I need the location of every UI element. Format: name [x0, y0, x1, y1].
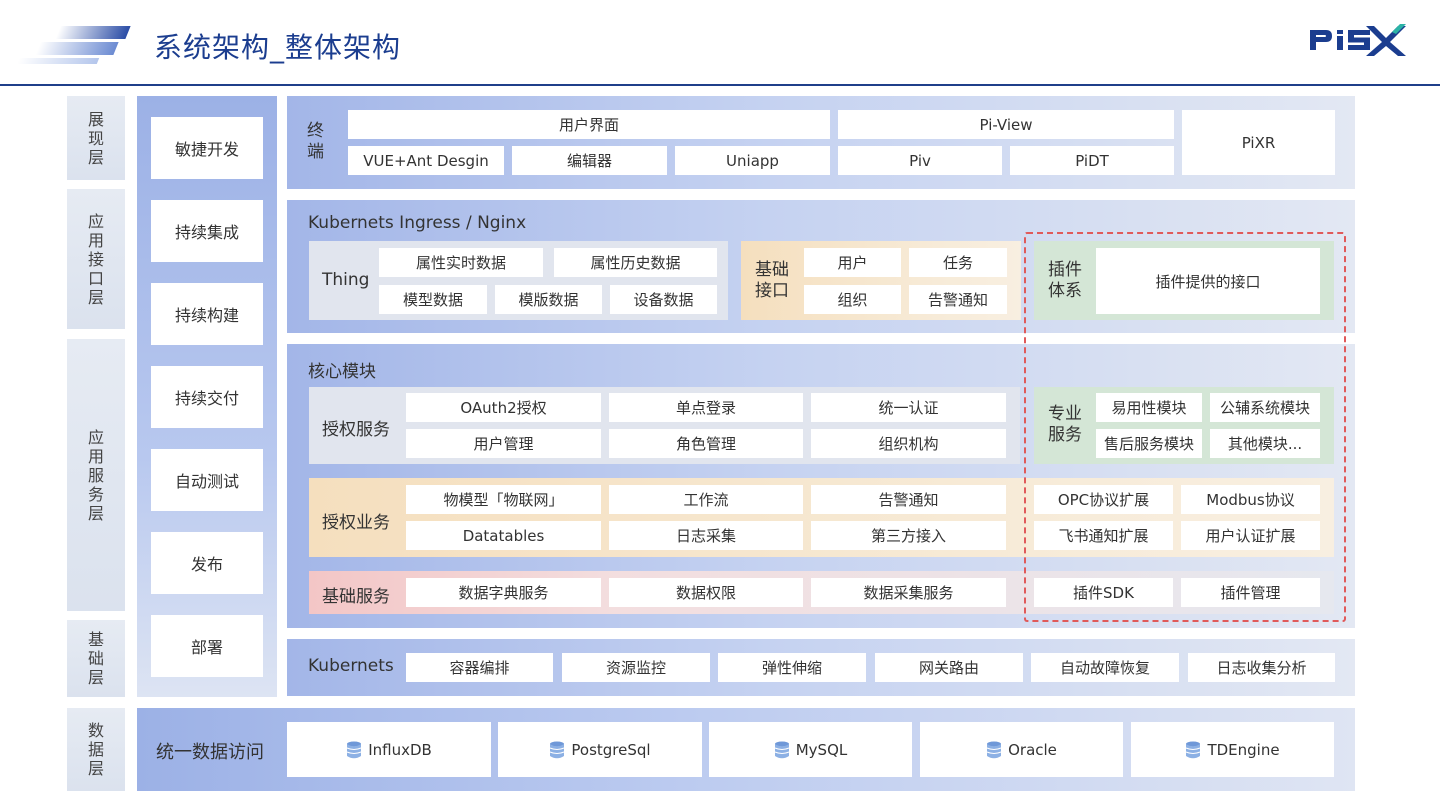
database-icon: [986, 741, 1002, 758]
k8s-monitor: 资源监控: [562, 653, 710, 682]
base-api-label: 基础 接口: [755, 260, 789, 301]
auth-service-label: 授权服务: [322, 420, 390, 440]
auth-role-mgmt: 角色管理: [609, 429, 803, 458]
db-influxdb: InfluxDB: [287, 722, 491, 777]
layer-app-service: 应 用 服 务 层: [67, 339, 125, 611]
pisx-logo: [1306, 20, 1410, 60]
biz-workflow: 工作流: [609, 485, 803, 514]
db-postgresql: PostgreSql: [498, 722, 702, 777]
db-label: Oracle: [1008, 740, 1057, 759]
terminal-label: 终 端: [307, 121, 324, 162]
auth-unified: 统一认证: [811, 393, 1006, 422]
devops-cd: 持续交付: [151, 366, 263, 428]
devops-release: 发布: [151, 532, 263, 594]
header-divider: [0, 84, 1440, 86]
terminal-user-ui: 用户界面: [348, 110, 830, 139]
thing-realtime: 属性实时数据: [379, 248, 543, 277]
data-access-label: 统一数据访问: [156, 742, 264, 763]
layer-base: 基 础 层: [67, 620, 125, 697]
auth-user-mgmt: 用户管理: [406, 429, 601, 458]
k8s-log: 日志收集分析: [1188, 653, 1335, 682]
devops-ci: 持续集成: [151, 200, 263, 262]
db-label: InfluxDB: [368, 740, 432, 759]
database-icon: [774, 741, 789, 758]
core-title: 核心模块: [308, 362, 376, 382]
auth-business-label: 授权业务: [322, 513, 390, 533]
k8s-scaling: 弹性伸缩: [718, 653, 866, 682]
page-title: 系统架构_整体架构: [154, 31, 402, 64]
database-icon: [1186, 741, 1201, 758]
layer-app-interface: 应 用 接 口 层: [67, 189, 125, 329]
database-icon: [550, 741, 565, 758]
terminal-pidt: PiDT: [1010, 146, 1174, 175]
thing-model: 模型数据: [379, 285, 487, 314]
devops-deploy: 部署: [151, 615, 263, 677]
terminal-uniapp: Uniapp: [675, 146, 830, 175]
ingress-title: Kubernets Ingress / Nginx: [308, 213, 527, 233]
devops-build: 持续构建: [151, 283, 263, 345]
biz-datatables: Datatables: [406, 521, 601, 550]
database-icon: [346, 741, 362, 758]
base-api-org: 组织: [804, 285, 901, 314]
base-api-user: 用户: [804, 248, 901, 277]
auth-org: 组织机构: [811, 429, 1006, 458]
thing-device: 设备数据: [610, 285, 717, 314]
terminal-pi-view: Pi-View: [838, 110, 1174, 139]
thing-template: 模版数据: [495, 285, 602, 314]
auth-oauth2: OAuth2授权: [406, 393, 601, 422]
auth-sso: 单点登录: [609, 393, 803, 422]
terminal-pixr: PiXR: [1182, 110, 1335, 175]
db-oracle: Oracle: [920, 722, 1123, 777]
biz-log: 日志采集: [609, 521, 803, 550]
devops-agile: 敏捷开发: [151, 117, 263, 179]
base-dict: 数据字典服务: [406, 578, 601, 607]
k8s-gateway: 网关路由: [875, 653, 1023, 682]
db-tdengine: TDEngine: [1131, 722, 1334, 777]
terminal-editor: 编辑器: [512, 146, 667, 175]
header-decoration: [0, 24, 140, 66]
db-mysql: MySQL: [709, 722, 912, 777]
db-label: MySQL: [795, 740, 848, 759]
thing-label: Thing: [322, 270, 370, 290]
k8s-recovery: 自动故障恢复: [1031, 653, 1179, 682]
biz-alarm: 告警通知: [811, 485, 1006, 514]
terminal-piv: Piv: [838, 146, 1002, 175]
layer-display: 展 现 层: [67, 96, 125, 180]
base-data-perm: 数据权限: [609, 578, 803, 607]
biz-thing-model: 物模型「物联网」: [406, 485, 601, 514]
devops-test: 自动测试: [151, 449, 263, 511]
db-label: PostgreSql: [571, 740, 651, 759]
base-api-task: 任务: [909, 248, 1007, 277]
layer-data: 数 据 层: [67, 708, 125, 791]
base-data-collect: 数据采集服务: [811, 578, 1006, 607]
db-label: TDEngine: [1207, 740, 1280, 759]
thing-history: 属性历史数据: [554, 248, 717, 277]
kubernets-label: Kubernets: [308, 656, 394, 676]
base-api-alarm: 告警通知: [909, 285, 1007, 314]
base-service-label: 基础服务: [322, 587, 390, 607]
k8s-orchestration: 容器编排: [406, 653, 553, 682]
biz-third-party: 第三方接入: [811, 521, 1006, 550]
terminal-vue: VUE+Ant Desgin: [348, 146, 504, 175]
plugin-dashed-outline: [1024, 232, 1346, 622]
